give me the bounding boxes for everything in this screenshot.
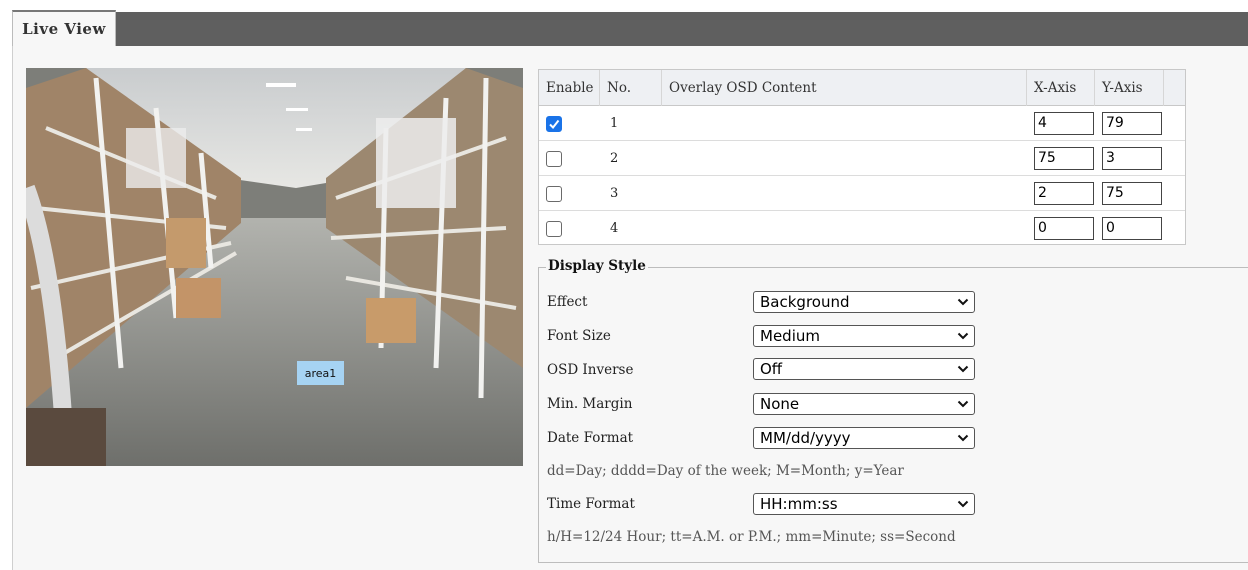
min-margin-value: None (760, 395, 800, 413)
x-axis-input[interactable]: 75 (1034, 147, 1094, 170)
header-enable: Enable (539, 70, 600, 106)
date-format-value: MM/dd/yyyy (760, 429, 851, 447)
enable-checkbox[interactable] (546, 115, 562, 132)
row-number: 4 (610, 221, 619, 236)
y-axis-input[interactable]: 75 (1102, 182, 1162, 205)
row-number: 3 (610, 186, 619, 201)
warehouse-camera-image (26, 68, 523, 466)
osd-inverse-label: OSD Inverse (547, 362, 634, 378)
enable-checkbox[interactable] (546, 150, 562, 167)
table-row: 1 4 79 (539, 106, 1185, 141)
table-header: Enable No. Overlay OSD Content X-Axis Y-… (539, 70, 1185, 106)
chevron-down-icon (957, 400, 969, 408)
osd-table: Enable No. Overlay OSD Content X-Axis Y-… (538, 69, 1186, 245)
row-number: 2 (610, 151, 619, 166)
date-format-label: Date Format (547, 430, 634, 446)
time-format-hint: h/H=12/24 Hour; tt=A.M. or P.M.; mm=Minu… (547, 529, 956, 545)
chevron-down-icon (957, 298, 969, 306)
tab-live-view[interactable]: Live View (12, 10, 116, 46)
time-format-value: HH:mm:ss (760, 495, 838, 513)
table-row: 2 75 3 (539, 141, 1185, 176)
display-style-legend: Display Style (546, 258, 648, 274)
y-axis-input[interactable]: 79 (1102, 112, 1162, 135)
time-format-select[interactable]: HH:mm:ss (753, 493, 975, 515)
enable-checkbox[interactable] (546, 220, 562, 237)
font-size-label: Font Size (547, 328, 611, 344)
area-overlay-label[interactable]: area1 (297, 361, 344, 385)
osd-inverse-value: Off (760, 360, 783, 378)
chevron-down-icon (957, 332, 969, 340)
effect-value: Background (760, 293, 850, 311)
min-margin-label: Min. Margin (547, 396, 633, 412)
x-axis-input[interactable]: 0 (1034, 217, 1094, 240)
row-number: 1 (610, 116, 619, 131)
chevron-down-icon (957, 434, 969, 442)
min-margin-select[interactable]: None (753, 393, 975, 415)
y-axis-input[interactable]: 3 (1102, 147, 1162, 170)
font-size-value: Medium (760, 327, 820, 345)
time-format-label: Time Format (547, 496, 635, 512)
header-content: Overlay OSD Content (662, 70, 1027, 106)
table-row: 4 0 0 (539, 211, 1185, 246)
font-size-select[interactable]: Medium (753, 325, 975, 347)
header-x-axis: X-Axis (1027, 70, 1095, 106)
enable-checkbox[interactable] (546, 185, 562, 202)
effect-select[interactable]: Background (753, 291, 975, 313)
tab-bar (12, 12, 1248, 46)
y-axis-input[interactable]: 0 (1102, 217, 1162, 240)
x-axis-input[interactable]: 2 (1034, 182, 1094, 205)
checkmark-icon (549, 119, 560, 129)
date-format-select[interactable]: MM/dd/yyyy (753, 427, 975, 449)
chevron-down-icon (957, 500, 969, 508)
table-row: 3 2 75 (539, 176, 1185, 211)
x-axis-input[interactable]: 4 (1034, 112, 1094, 135)
date-format-hint: dd=Day; dddd=Day of the week; M=Month; y… (547, 463, 904, 479)
chevron-down-icon (957, 365, 969, 373)
osd-inverse-select[interactable]: Off (753, 358, 975, 380)
header-no: No. (600, 70, 662, 106)
header-y-axis: Y-Axis (1095, 70, 1164, 106)
live-video-feed[interactable]: area1 (26, 68, 523, 466)
effect-label: Effect (547, 294, 588, 310)
